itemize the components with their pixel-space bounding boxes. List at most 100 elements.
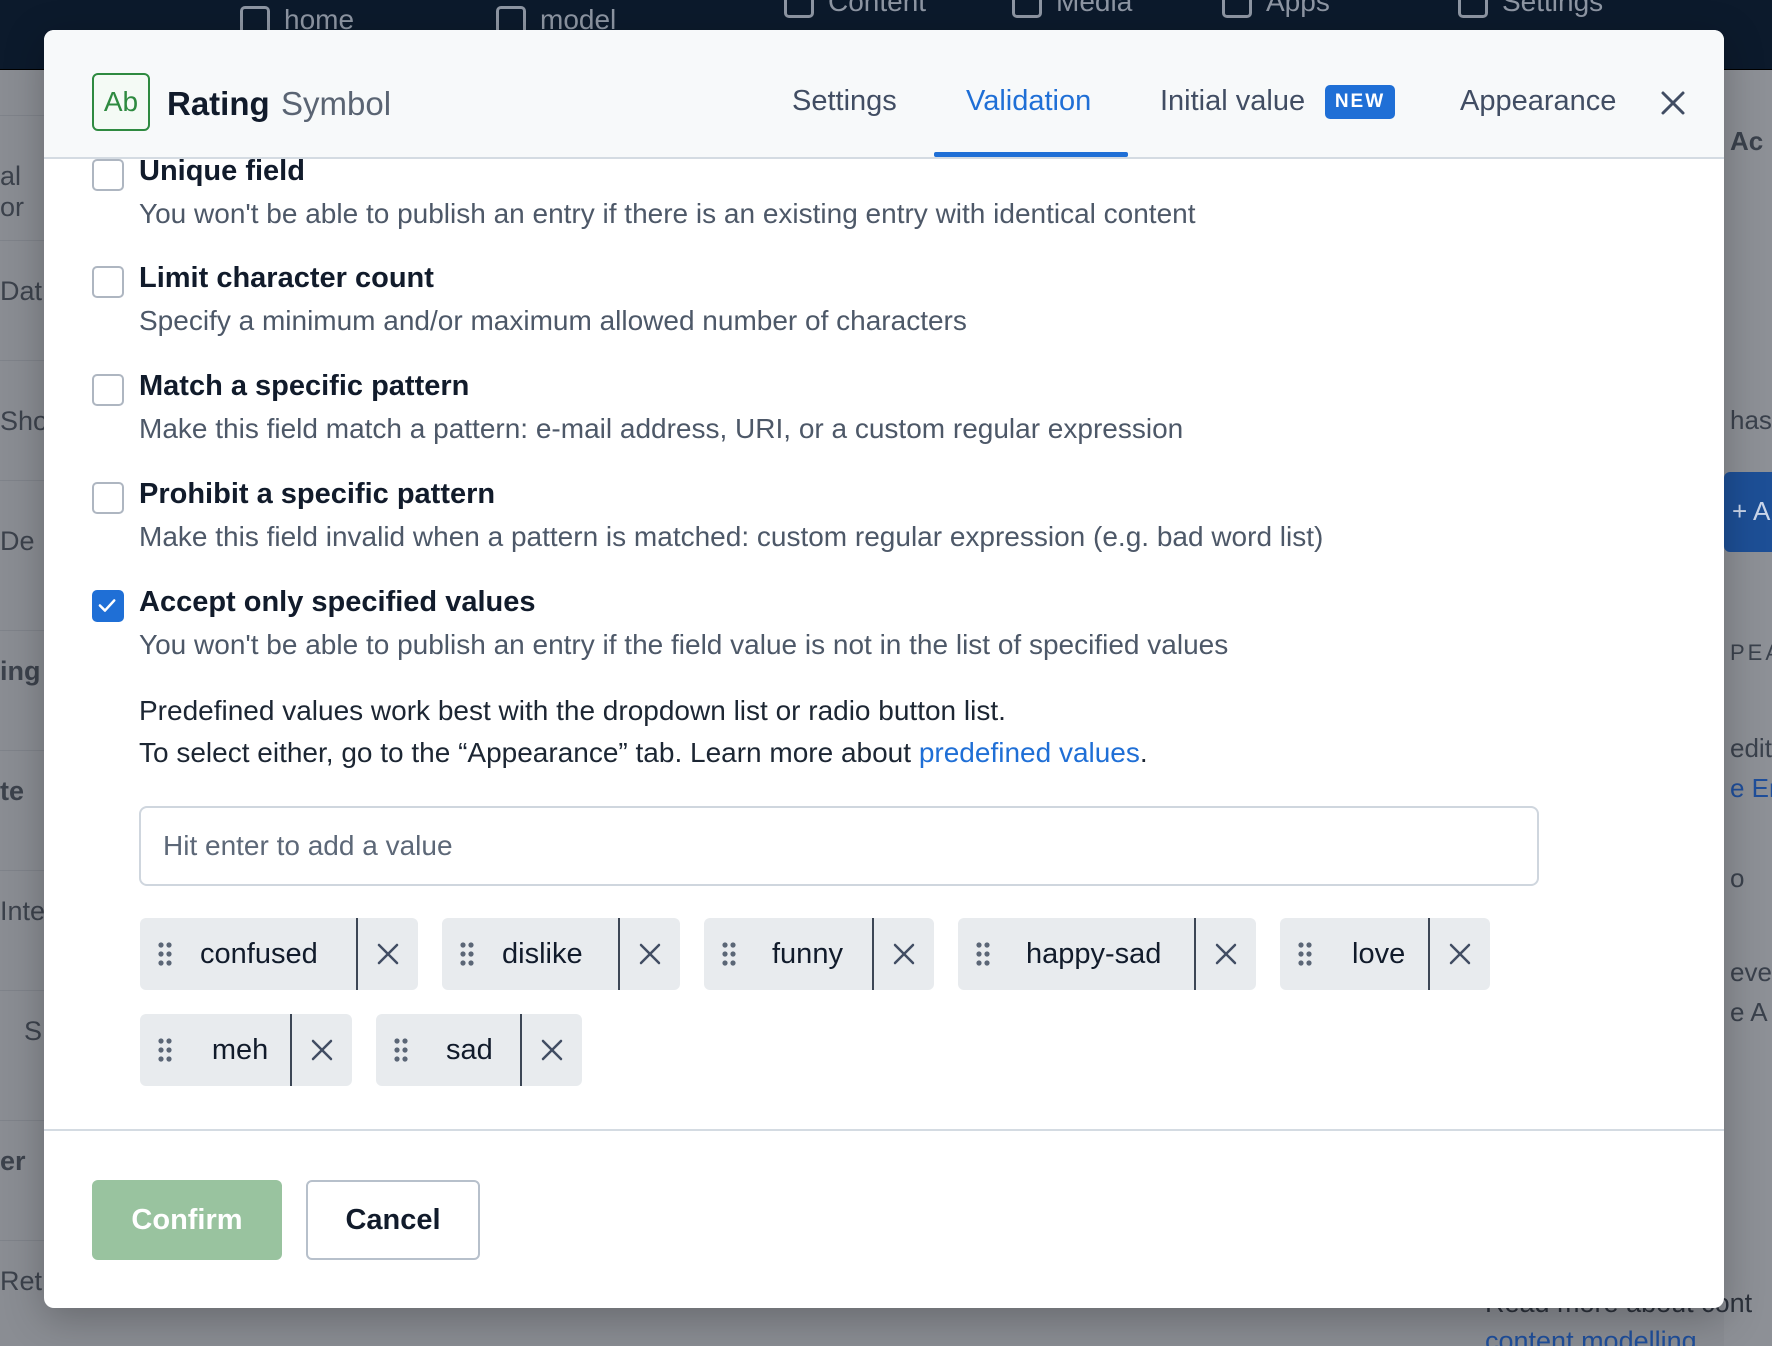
remove-value-icon[interactable] xyxy=(522,1014,582,1086)
background-right-label: + A xyxy=(1732,496,1771,526)
value-pill: funny xyxy=(704,918,934,990)
value-pill-label: love xyxy=(1352,937,1406,970)
background-left-label: al or xyxy=(0,115,50,222)
help-text-prefix: To select either, go to the “Appearance”… xyxy=(139,737,919,768)
predefined-values-link[interactable]: predefined values xyxy=(919,737,1140,768)
drag-handle-icon[interactable] xyxy=(140,1014,190,1086)
nav-item-apps[interactable]: Apps xyxy=(1222,0,1330,18)
background-right-panel xyxy=(1724,70,1772,1346)
value-pill-label: happy-sad xyxy=(1026,937,1162,970)
value-pill-label: dislike xyxy=(502,937,583,970)
option-description: You won't be able to publish an entry if… xyxy=(139,629,1229,660)
nav-item-label: Settings xyxy=(1502,0,1604,17)
active-tab-indicator xyxy=(934,152,1128,157)
background-left-label: ing xyxy=(0,630,50,740)
puzzle-icon xyxy=(1222,0,1252,18)
option-title: Match a specific pattern xyxy=(139,370,470,402)
remove-value-icon[interactable] xyxy=(620,918,680,990)
value-pill: happy-sad xyxy=(958,918,1256,990)
image-icon xyxy=(1012,0,1042,18)
option-description: Make this field match a pattern: e-mail … xyxy=(139,413,1184,444)
background-left-label: Sho xyxy=(0,360,50,470)
option-title: Unique field xyxy=(139,155,305,187)
drag-handle-icon[interactable] xyxy=(958,918,1008,990)
value-pill-label: funny xyxy=(772,937,843,970)
footer-divider xyxy=(44,1129,1724,1131)
background-right-label: eve xyxy=(1730,957,1772,987)
field-type: Symbol xyxy=(281,85,392,122)
background-right-label: edito xyxy=(1730,733,1772,763)
option-description: You won't be able to publish an entry if… xyxy=(139,198,1196,229)
limit-character-count-checkbox[interactable] xyxy=(92,266,124,298)
predefined-values-help-line1: Predefined values work best with the dro… xyxy=(139,695,1006,726)
nav-item-label: Apps xyxy=(1266,0,1330,17)
dialog-header: Ab Rating Symbol Settings Validation Ini… xyxy=(44,30,1724,159)
gear-icon xyxy=(1458,0,1488,18)
field-settings-dialog: Ab Rating Symbol Settings Validation Ini… xyxy=(44,30,1724,1308)
remove-value-icon[interactable] xyxy=(1430,918,1490,990)
drag-handle-icon[interactable] xyxy=(442,918,492,990)
background-left-label: S xyxy=(0,990,50,1100)
nav-item-label: Media xyxy=(1056,0,1133,17)
nav-item-media[interactable]: Media xyxy=(1012,0,1132,18)
nav-item-label: Content xyxy=(828,0,927,17)
background-right-label: e A xyxy=(1730,997,1768,1027)
nav-item-content[interactable]: Content xyxy=(784,0,926,18)
background-right-label: o xyxy=(1730,863,1745,893)
value-pill: dislike xyxy=(442,918,680,990)
option-description: Make this field invalid when a pattern i… xyxy=(139,521,1324,552)
prohibit-pattern-checkbox[interactable] xyxy=(92,482,124,514)
background-left-label: De xyxy=(0,480,50,590)
background-add-button[interactable]: + A xyxy=(1724,472,1772,552)
drag-handle-icon[interactable] xyxy=(704,918,754,990)
edit-icon xyxy=(784,0,814,18)
background-left-label: Dat xyxy=(0,240,50,350)
value-pill: sad xyxy=(376,1014,582,1086)
value-pill: meh xyxy=(140,1014,352,1086)
option-title: Prohibit a specific pattern xyxy=(139,478,496,510)
drag-handle-icon[interactable] xyxy=(140,918,190,990)
background-left-panel: al or Dat Sho De ing te Inte S er Ret xyxy=(0,70,50,1346)
tab-initial-value[interactable]: Initial value xyxy=(1160,85,1305,118)
remove-value-icon[interactable] xyxy=(1196,918,1256,990)
background-left-label: te xyxy=(0,750,50,860)
confirm-button[interactable]: Confirm xyxy=(92,1180,282,1260)
predefined-values-help-line2: To select either, go to the “Appearance”… xyxy=(139,737,1148,769)
option-title: Accept only specified values xyxy=(139,586,536,618)
option-title: Limit character count xyxy=(139,262,434,294)
remove-value-icon[interactable] xyxy=(358,918,418,990)
drag-handle-icon[interactable] xyxy=(1280,918,1330,990)
new-badge: NEW xyxy=(1325,85,1395,119)
background-left-label: Ret xyxy=(0,1240,50,1346)
tab-validation[interactable]: Validation xyxy=(966,85,1091,118)
value-pill-label: confused xyxy=(200,937,318,970)
remove-value-icon[interactable] xyxy=(292,1014,352,1086)
background-left-label: Inte xyxy=(0,870,50,980)
drag-handle-icon[interactable] xyxy=(376,1014,426,1086)
tab-appearance[interactable]: Appearance xyxy=(1460,85,1616,118)
value-pill-label: sad xyxy=(446,1033,493,1066)
background-right-label: PEA xyxy=(1730,640,1772,665)
value-pill: confused xyxy=(140,918,418,990)
field-type-badge: Ab xyxy=(92,73,150,131)
remove-value-icon[interactable] xyxy=(874,918,934,990)
value-pill: love xyxy=(1280,918,1490,990)
accept-specified-values-checkbox[interactable] xyxy=(92,590,124,622)
checkmark-icon xyxy=(98,599,116,612)
background-right-label: Ac xyxy=(1730,126,1764,156)
match-pattern-checkbox[interactable] xyxy=(92,374,124,406)
help-text-suffix: . xyxy=(1139,737,1148,768)
background-right-label: has u xyxy=(1730,405,1772,435)
close-icon[interactable] xyxy=(1658,88,1688,118)
tab-settings[interactable]: Settings xyxy=(792,85,897,118)
cancel-button[interactable]: Cancel xyxy=(306,1180,480,1260)
background-footer-link[interactable]: content modelling xyxy=(1485,1326,1697,1346)
predefined-value-input[interactable] xyxy=(139,806,1539,886)
field-name: Rating xyxy=(167,85,270,122)
option-description: Specify a minimum and/or maximum allowed… xyxy=(139,305,967,336)
unique-field-checkbox[interactable] xyxy=(92,159,124,191)
background-right-label: e Ent xyxy=(1730,773,1772,803)
background-left-label: er xyxy=(0,1120,50,1230)
value-pill-label: meh xyxy=(211,1033,269,1066)
nav-item-settings[interactable]: Settings xyxy=(1458,0,1603,18)
